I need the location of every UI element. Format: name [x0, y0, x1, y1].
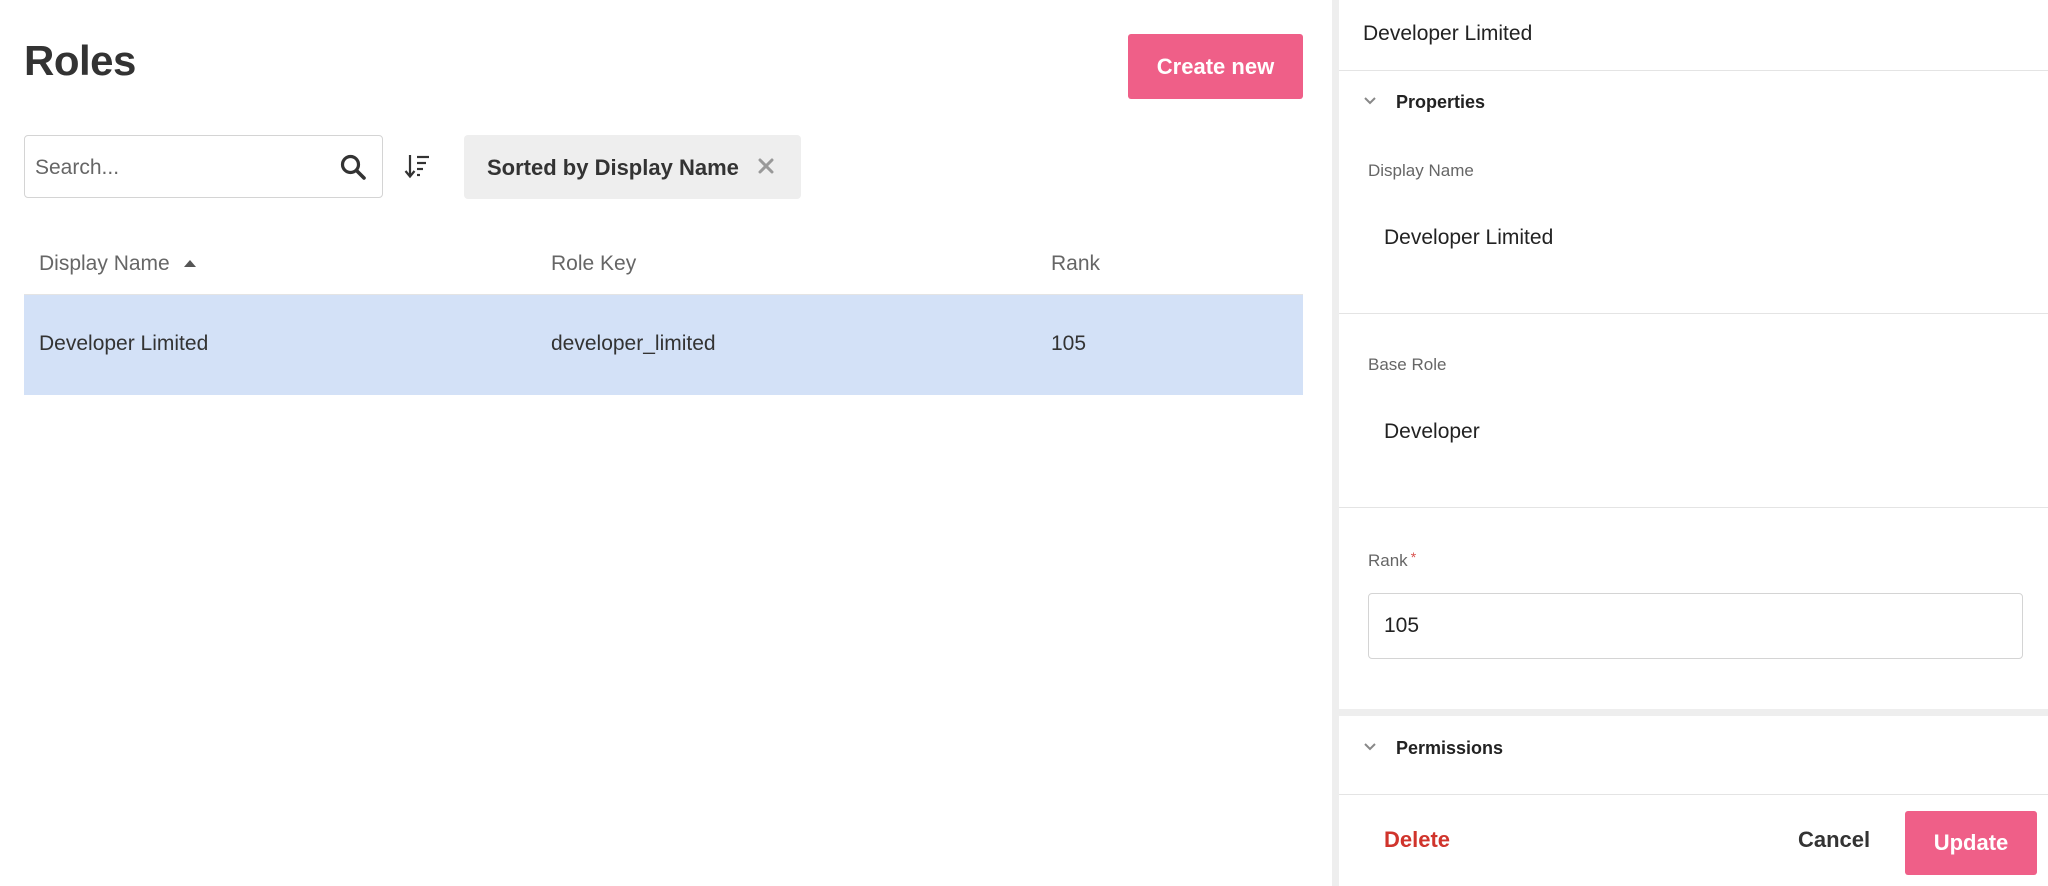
panel-title: Developer Limited: [1363, 22, 1533, 45]
divider: [1339, 313, 2048, 314]
rank-label-text: Rank: [1368, 551, 1408, 570]
sort-chip: Sorted by Display Name: [464, 135, 801, 199]
update-button[interactable]: Update: [1905, 811, 2037, 875]
sort-chip-label: Sorted by Display Name: [487, 155, 739, 180]
role-detail-panel: Developer Limited Properties Display Nam…: [1339, 0, 2048, 886]
search-box: [24, 135, 383, 199]
column-header-label: Display Name: [39, 252, 170, 275]
create-new-button[interactable]: Create new: [1128, 34, 1303, 99]
section-separator: [1339, 709, 2048, 716]
rank-label: Rank *: [1368, 549, 1416, 571]
rank-input[interactable]: [1368, 593, 2023, 659]
required-indicator: *: [1410, 549, 1417, 565]
chevron-down-icon: [1364, 743, 1376, 751]
cell-rank: 105: [1051, 332, 1087, 355]
display-name-label: Display Name: [1368, 161, 1474, 180]
delete-button[interactable]: Delete: [1368, 823, 1466, 857]
table-header: Display Name Role Key Rank: [24, 234, 1303, 295]
sort-ascending-icon: [183, 260, 196, 267]
base-role-label: Base Role: [1368, 355, 1447, 374]
cancel-button[interactable]: Cancel: [1782, 823, 1886, 857]
divider: [1339, 70, 2048, 71]
divider: [1339, 794, 2048, 795]
roles-table: Display Name Role Key Rank Developer Lim…: [24, 234, 1303, 395]
properties-section-label: Properties: [1396, 92, 1486, 112]
chevron-down-icon: [1364, 97, 1376, 105]
search-input[interactable]: [33, 136, 337, 199]
pane-divider: [1332, 0, 1339, 886]
sort-order-icon[interactable]: [403, 152, 431, 180]
base-role-value: Developer: [1384, 420, 1480, 443]
cell-display-name: Developer Limited: [39, 332, 209, 355]
cell-role-key: developer_limited: [551, 332, 716, 355]
page-title: Roles: [24, 37, 136, 84]
column-header-role-key[interactable]: Role Key: [551, 252, 636, 276]
column-header-display-name[interactable]: Display Name: [39, 252, 196, 276]
roles-list-pane: Roles Create new Sorted by Display Name …: [0, 0, 1332, 886]
divider: [1339, 507, 2048, 508]
permissions-section-label: Permissions: [1396, 738, 1504, 758]
column-header-rank[interactable]: Rank: [1051, 252, 1100, 276]
table-row[interactable]: Developer Limited developer_limited 105: [24, 295, 1303, 395]
display-name-value: Developer Limited: [1384, 226, 1554, 249]
close-icon[interactable]: [756, 156, 776, 176]
search-icon[interactable]: [339, 153, 367, 181]
